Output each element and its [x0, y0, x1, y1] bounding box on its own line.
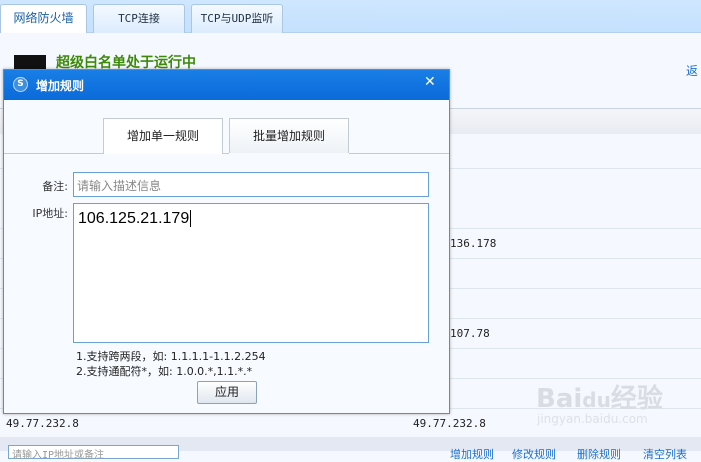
- remark-input[interactable]: 请输入描述信息: [73, 172, 429, 197]
- delete-rule-link[interactable]: 删除规则: [577, 446, 621, 462]
- tab-underline: [223, 153, 229, 154]
- dialog-titlebar[interactable]: S 增加规则 ✕: [4, 70, 449, 100]
- tab-add-single-rule[interactable]: 增加单一规则: [103, 118, 223, 154]
- hint-wildcard: 2.支持通配符*，如: 1.0.0.*,1.1.*.*: [76, 365, 253, 378]
- list-cell: 49.77.232.8: [413, 417, 486, 430]
- status-logo: [14, 55, 46, 69]
- text-cursor: [190, 210, 192, 227]
- ip-value: 106.125.21.179: [78, 210, 190, 227]
- tab-tcp-connections[interactable]: TCP连接: [93, 4, 185, 33]
- tab-underline: [349, 153, 449, 154]
- tab-underline: [4, 153, 103, 154]
- clear-list-link[interactable]: 清空列表: [643, 446, 687, 462]
- add-rule-link[interactable]: 增加规则: [450, 446, 494, 462]
- close-icon[interactable]: ✕: [424, 74, 436, 90]
- remark-label: 备注:: [42, 180, 68, 193]
- search-input[interactable]: 请输入IP地址或备注: [8, 445, 179, 461]
- list-cell: 49.77.232.8: [6, 417, 79, 430]
- shield-icon: S: [13, 77, 28, 92]
- tab-batch-add-rules[interactable]: 批量增加规则: [229, 118, 349, 153]
- watermark-logo: Baidu经验: [536, 384, 663, 414]
- edit-rule-link[interactable]: 修改规则: [512, 446, 556, 462]
- tab-tcp-udp-listen[interactable]: TCP与UDP监听: [191, 4, 283, 33]
- watermark-url: jingyan.baidu.com: [537, 412, 648, 426]
- add-rule-dialog: S 增加规则 ✕ 增加单一规则 批量增加规则 备注: 请输入描述信息 IP地址:…: [3, 69, 450, 414]
- list-cell: 107.78: [450, 327, 490, 340]
- tab-firewall[interactable]: 网络防火墙: [0, 4, 87, 33]
- dialog-title: 增加规则: [36, 79, 85, 93]
- apply-button[interactable]: 应用: [197, 381, 257, 404]
- back-link[interactable]: 返: [686, 62, 698, 79]
- hint-range: 1.支持跨两段，如: 1.1.1.1-1.1.2.254: [76, 350, 266, 363]
- ip-textarea[interactable]: 106.125.21.179: [73, 203, 429, 343]
- list-cell: 136.178: [450, 237, 497, 250]
- ip-label: IP地址:: [32, 207, 68, 220]
